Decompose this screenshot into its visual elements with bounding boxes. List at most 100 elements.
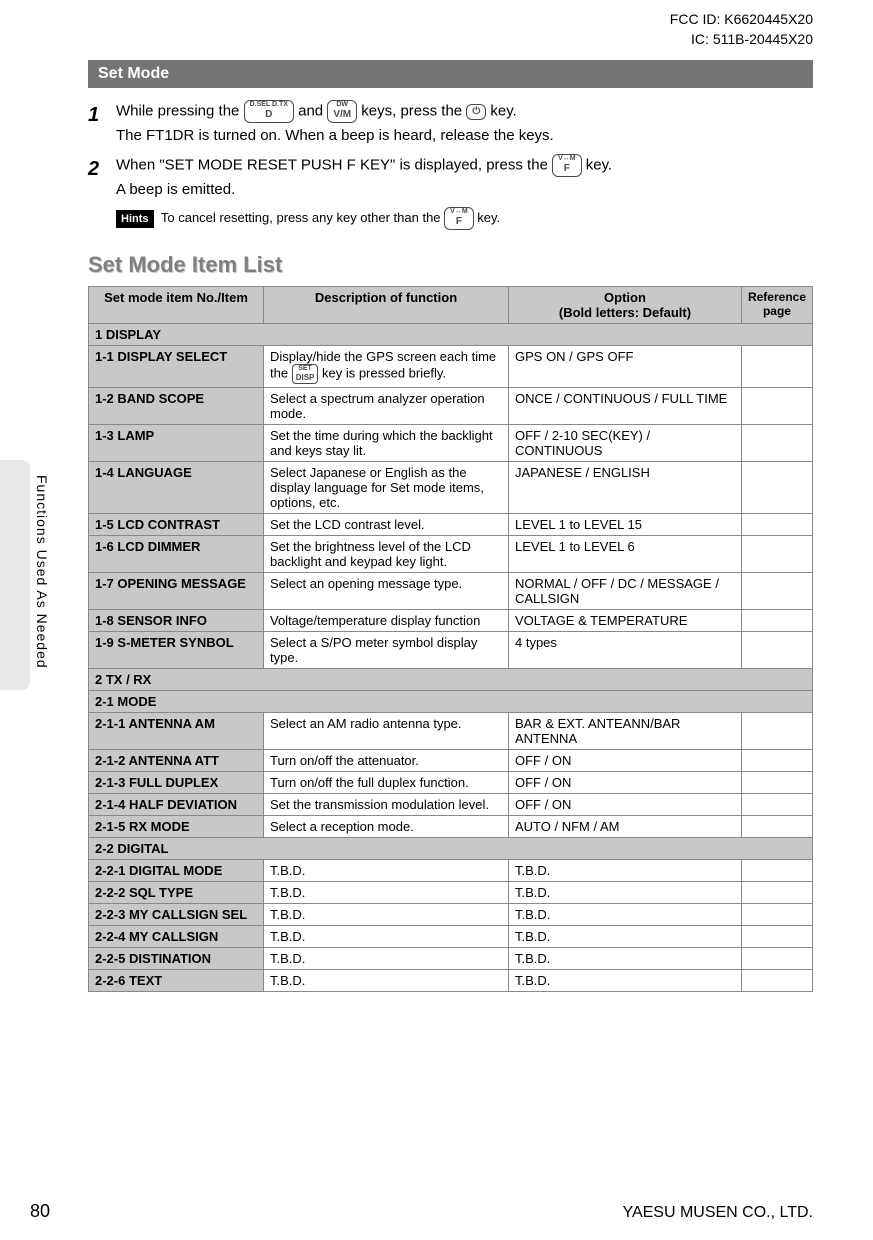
ref-cell <box>741 573 812 610</box>
ref-cell <box>741 816 812 838</box>
item-name-cell: 1-6 LCD DIMMER <box>89 536 264 573</box>
table-row: 1-9 S-METER SYNBOLSelect a S/PO meter sy… <box>89 632 813 669</box>
ref-cell <box>741 948 812 970</box>
table-row: 2-2-1 DIGITAL MODET.B.D.T.B.D. <box>89 860 813 882</box>
step-2-line-2: A beep is emitted. <box>116 179 813 202</box>
item-name-cell: 2-2-4 MY CALLSIGN <box>89 926 264 948</box>
hints-line: Hints To cancel resetting, press any key… <box>116 207 813 230</box>
table-row: 2-1-3 FULL DUPLEXTurn on/off the full du… <box>89 772 813 794</box>
ref-cell <box>741 713 812 750</box>
option-cell: VOLTAGE & TEMPERATURE <box>509 610 742 632</box>
side-tab-label: Functions Used As Needed <box>34 475 50 669</box>
ref-cell <box>741 536 812 573</box>
ref-cell <box>741 462 812 514</box>
desc-cell: Select a spectrum analyzer operation mod… <box>264 388 509 425</box>
desc-cell: T.B.D. <box>264 882 509 904</box>
set-mode-table: Set mode item No./Item Description of fu… <box>88 286 813 992</box>
option-cell: AUTO / NFM / AM <box>509 816 742 838</box>
table-row: 2-1-1 ANTENNA AMSelect an AM radio anten… <box>89 713 813 750</box>
table-row: 2-2-2 SQL TYPET.B.D.T.B.D. <box>89 882 813 904</box>
step-2-body: When "SET MODE RESET PUSH F KEY" is disp… <box>116 154 813 231</box>
item-name-cell: 2-1-3 FULL DUPLEX <box>89 772 264 794</box>
th-desc: Description of function <box>264 287 509 324</box>
section-cell: 2-2 DIGITAL <box>89 838 813 860</box>
d-key-icon: D.SEL D.TXD <box>244 100 294 123</box>
power-key-icon: ⏻ <box>466 104 486 120</box>
ref-cell <box>741 860 812 882</box>
option-cell: ONCE / CONTINUOUS / FULL TIME <box>509 388 742 425</box>
ref-cell <box>741 882 812 904</box>
item-name-cell: 2-2-2 SQL TYPE <box>89 882 264 904</box>
desc-cell: Select a S/PO meter symbol display type. <box>264 632 509 669</box>
vm-key-icon: DWV/M <box>327 100 357 123</box>
step-1-line-1: While pressing the D.SEL D.TXD and DWV/M… <box>116 100 813 123</box>
table-row: 1-4 LANGUAGESelect Japanese or English a… <box>89 462 813 514</box>
table-row: 2-2-3 MY CALLSIGN SELT.B.D.T.B.D. <box>89 904 813 926</box>
desc-cell: T.B.D. <box>264 926 509 948</box>
option-cell: BAR & EXT. ANTEANN/BAR ANTENNA <box>509 713 742 750</box>
step-num-2: 2 <box>88 154 116 231</box>
item-name-cell: 1-4 LANGUAGE <box>89 462 264 514</box>
item-name-cell: 2-1-1 ANTENNA AM <box>89 713 264 750</box>
desc-cell: T.B.D. <box>264 860 509 882</box>
option-cell: T.B.D. <box>509 926 742 948</box>
item-name-cell: 1-5 LCD CONTRAST <box>89 514 264 536</box>
item-name-cell: 1-1 DISPLAY SELECT <box>89 346 264 388</box>
table-row: 2-2-4 MY CALLSIGNT.B.D.T.B.D. <box>89 926 813 948</box>
option-cell: JAPANESE / ENGLISH <box>509 462 742 514</box>
item-name-cell: 1-9 S-METER SYNBOL <box>89 632 264 669</box>
ref-cell <box>741 750 812 772</box>
option-cell: T.B.D. <box>509 970 742 992</box>
item-name-cell: 2-2-5 DISTINATION <box>89 948 264 970</box>
disp-key-icon: SETDISP <box>292 364 319 384</box>
table-row: 1-6 LCD DIMMERSet the brightness level o… <box>89 536 813 573</box>
item-name-cell: 2-1-4 HALF DEVIATION <box>89 794 264 816</box>
f-key-icon-2: V↔MF <box>444 207 474 230</box>
table-row: 2-2 DIGITAL <box>89 838 813 860</box>
item-name-cell: 2-1-5 RX MODE <box>89 816 264 838</box>
option-cell: T.B.D. <box>509 860 742 882</box>
ref-cell <box>741 346 812 388</box>
desc-cell: Select an opening message type. <box>264 573 509 610</box>
step-num-1: 1 <box>88 100 116 150</box>
desc-cell: Voltage/temperature display function <box>264 610 509 632</box>
table-row: 1-7 OPENING MESSAGESelect an opening mes… <box>89 573 813 610</box>
item-name-cell: 1-8 SENSOR INFO <box>89 610 264 632</box>
option-cell: T.B.D. <box>509 882 742 904</box>
option-cell: LEVEL 1 to LEVEL 6 <box>509 536 742 573</box>
desc-cell: Display/hide the GPS screen each time th… <box>264 346 509 388</box>
ref-cell <box>741 794 812 816</box>
ref-cell <box>741 632 812 669</box>
desc-cell: Turn on/off the full duplex function. <box>264 772 509 794</box>
desc-cell: Select Japanese or English as the displa… <box>264 462 509 514</box>
fcc-id: FCC ID: K6620445X20 <box>670 10 813 30</box>
item-name-cell: 1-7 OPENING MESSAGE <box>89 573 264 610</box>
step-1-line-2: The FT1DR is turned on. When a beep is h… <box>116 125 813 148</box>
section-bar: Set Mode <box>88 60 813 88</box>
item-name-cell: 1-2 BAND SCOPE <box>89 388 264 425</box>
step-2: 2 When "SET MODE RESET PUSH F KEY" is di… <box>88 154 813 231</box>
ref-cell <box>741 514 812 536</box>
section-cell: 2-1 MODE <box>89 691 813 713</box>
section-cell: 1 DISPLAY <box>89 324 813 346</box>
ref-cell <box>741 425 812 462</box>
desc-cell: T.B.D. <box>264 948 509 970</box>
option-cell: T.B.D. <box>509 904 742 926</box>
item-name-cell: 2-1-2 ANTENNA ATT <box>89 750 264 772</box>
table-row: 2-1-2 ANTENNA ATTTurn on/off the attenua… <box>89 750 813 772</box>
item-name-cell: 2-2-1 DIGITAL MODE <box>89 860 264 882</box>
option-cell: OFF / ON <box>509 750 742 772</box>
option-cell: GPS ON / GPS OFF <box>509 346 742 388</box>
f-key-icon: V↔MF <box>552 154 582 177</box>
option-cell: NORMAL / OFF / DC / MESSAGE / CALLSIGN <box>509 573 742 610</box>
ref-cell <box>741 388 812 425</box>
desc-cell: Turn on/off the attenuator. <box>264 750 509 772</box>
th-item: Set mode item No./Item <box>89 287 264 324</box>
table-row: 1-2 BAND SCOPESelect a spectrum analyzer… <box>89 388 813 425</box>
table-row: 1-5 LCD CONTRASTSet the LCD contrast lev… <box>89 514 813 536</box>
step-1-body: While pressing the D.SEL D.TXD and DWV/M… <box>116 100 813 150</box>
desc-cell: Set the brightness level of the LCD back… <box>264 536 509 573</box>
item-name-cell: 1-3 LAMP <box>89 425 264 462</box>
option-cell: T.B.D. <box>509 948 742 970</box>
table-row: 2-1-5 RX MODESelect a reception mode.AUT… <box>89 816 813 838</box>
